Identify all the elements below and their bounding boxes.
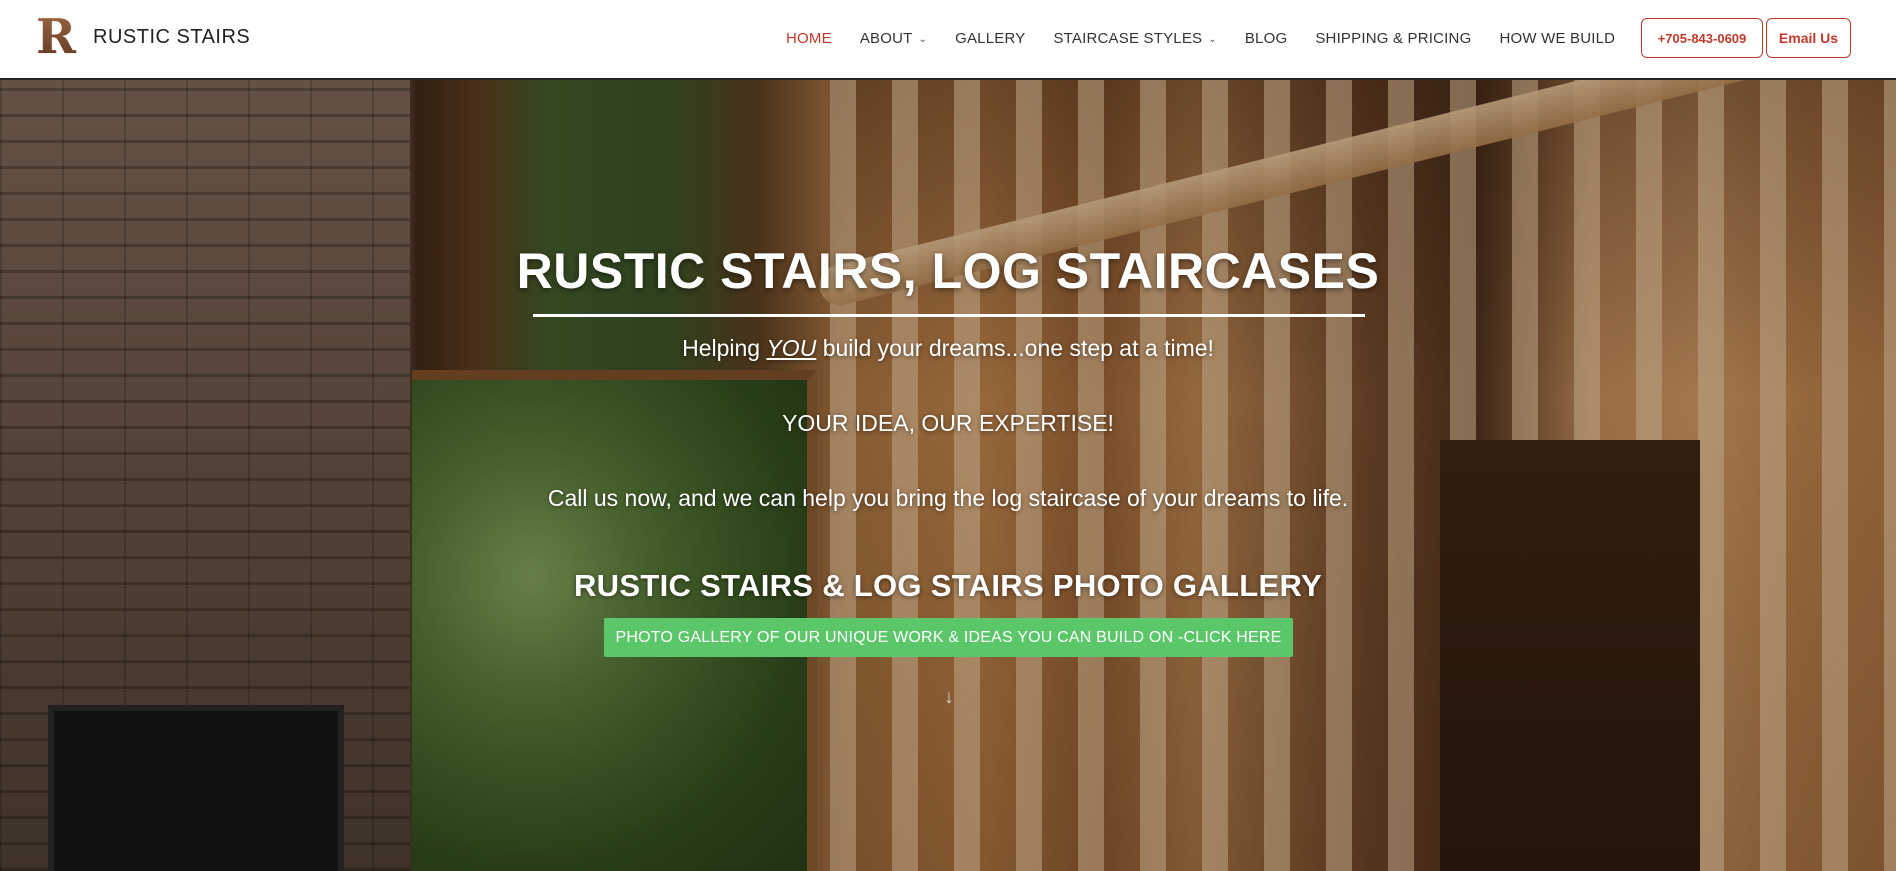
hero-tagline: Helping YOU build your dreams...one step… <box>0 335 1896 362</box>
site-name[interactable]: RUSTIC STAIRS <box>93 26 250 49</box>
nav-item-how-we-build[interactable]: HOW WE BUILD <box>1499 30 1615 47</box>
brand[interactable]: R RUSTIC STAIRS <box>33 13 250 61</box>
nav-item-label: ABOUT <box>859 29 913 47</box>
nav-item-label: STAIRCASE STYLES <box>1053 29 1203 47</box>
nav-item-blog[interactable]: BLOG <box>1245 30 1287 47</box>
nav-item-label: BLOG <box>1244 29 1288 47</box>
hero-title-underline <box>533 314 1365 317</box>
nav-item-label: HOW WE BUILD <box>1499 29 1616 47</box>
hero-section: RUSTIC STAIRS, LOG STAIRCASES Helping YO… <box>0 80 1896 871</box>
gallery-heading: RUSTIC STAIRS & LOG STAIRS PHOTO GALLERY <box>574 568 1322 603</box>
logo-icon[interactable]: R <box>33 13 79 61</box>
hero-title: RUSTIC STAIRS, LOG STAIRCASES <box>516 243 1380 299</box>
hero-content: RUSTIC STAIRS, LOG STAIRCASES Helping YO… <box>0 80 1896 871</box>
main-nav: HOME ABOUT ⌄ GALLERY STAIRCASE STYLES ⌄ … <box>786 0 1643 76</box>
nav-item-about[interactable]: ABOUT ⌄ <box>860 30 927 47</box>
nav-item-label: GALLERY <box>955 29 1026 47</box>
chevron-down-icon: ⌄ <box>918 33 928 45</box>
hero-call-text: Call us now, and we can help you bring t… <box>547 485 1349 511</box>
nav-item-label: SHIPPING & PRICING <box>1315 29 1472 47</box>
tagline-before: Helping <box>682 335 767 361</box>
tagline-after: build your dreams...one step at a time! <box>816 335 1214 361</box>
nav-item-staircase-styles[interactable]: STAIRCASE STYLES ⌄ <box>1053 30 1216 47</box>
photo-gallery-button[interactable]: PHOTO GALLERY OF OUR UNIQUE WORK & IDEAS… <box>604 618 1293 657</box>
nav-item-label: HOME <box>786 29 832 47</box>
phone-button[interactable]: +705-843-0609 <box>1641 18 1763 58</box>
site-header: R RUSTIC STAIRS HOME ABOUT ⌄ GALLERY STA… <box>0 0 1896 80</box>
email-us-button[interactable]: Email Us <box>1766 18 1851 58</box>
nav-item-gallery[interactable]: GALLERY <box>955 30 1025 47</box>
nav-item-home[interactable]: HOME <box>786 30 832 47</box>
hero-idea-text: YOUR IDEA, OUR EXPERTISE! <box>782 410 1114 436</box>
nav-item-shipping-pricing[interactable]: SHIPPING & PRICING <box>1315 30 1471 47</box>
arrow-down-icon[interactable]: ↓ <box>940 685 958 709</box>
chevron-down-icon: ⌄ <box>1208 33 1217 45</box>
tagline-emphasis: YOU <box>766 335 817 361</box>
